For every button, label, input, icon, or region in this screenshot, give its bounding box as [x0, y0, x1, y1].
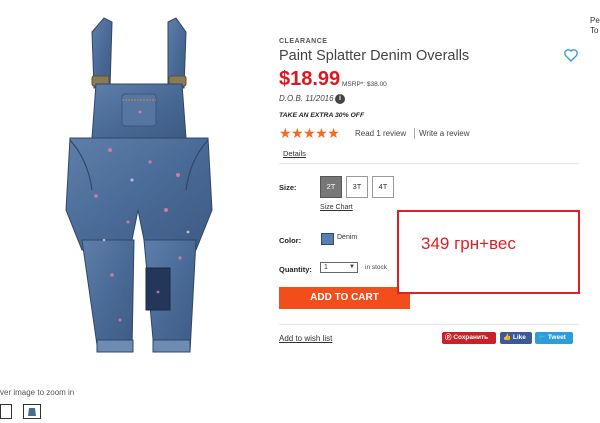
add-to-cart-button[interactable]: ADD TO CART [279, 287, 410, 309]
clearance-badge: CLEARANCE [279, 38, 328, 45]
review-divider [414, 128, 415, 139]
price: $18.99 [279, 68, 341, 90]
thumbnail-overalls-icon [28, 408, 36, 416]
edge-text-1: Pe [590, 16, 600, 25]
divider [279, 324, 579, 325]
size-option-2t[interactable]: 2T [320, 176, 342, 198]
quantity-select[interactable]: 1 ▼ [320, 262, 358, 273]
info-icon[interactable]: i [335, 94, 345, 104]
color-label: Color: [279, 236, 302, 245]
dob-label: D.O.B. 11/2016 [279, 94, 334, 103]
write-review-link[interactable]: Write a review [419, 129, 470, 138]
heart-icon[interactable] [563, 47, 579, 63]
add-to-wishlist-link[interactable]: Add to wish list [279, 334, 332, 343]
twitter-bird-icon: 🐦 [538, 334, 548, 341]
color-swatch-denim[interactable] [321, 233, 334, 245]
product-image[interactable] [0, 0, 260, 380]
size-option-3t[interactable]: 3T [346, 176, 368, 198]
stock-status: in stock [365, 264, 388, 271]
size-label: Size: [279, 183, 297, 192]
thumbnail-2[interactable] [23, 404, 41, 419]
size-option-4t[interactable]: 4T [372, 176, 394, 198]
thumbs-up-icon: 👍 [503, 334, 513, 341]
quantity-value: 1 [324, 264, 328, 271]
chevron-down-icon: ▼ [349, 264, 355, 270]
size-chart-link[interactable]: Size Chart [320, 204, 353, 211]
tweet-button[interactable]: 🐦 Tweet [535, 332, 573, 344]
quantity-label: Quantity: [279, 265, 312, 274]
thumbnail-1[interactable] [0, 404, 12, 419]
promo-text: TAKE AN EXTRA 30% OFF [279, 112, 365, 119]
zoom-hint: ver image to zoom in [0, 388, 75, 397]
facebook-like-button[interactable]: 👍 Like [500, 332, 532, 344]
divider [279, 163, 579, 164]
price-annotation-text: 349 грн+вес [421, 234, 516, 253]
details-link[interactable]: Details [283, 149, 306, 158]
color-name: Denim [337, 234, 358, 241]
read-reviews-link[interactable]: Read 1 review [355, 129, 406, 138]
price-annotation-box: 349 грн+вес [397, 210, 580, 294]
product-title: Paint Splatter Denim Overalls [279, 48, 470, 64]
msrp: MSRP*: $38.00 [342, 81, 387, 88]
rating-stars: ★★★★★ [279, 125, 340, 141]
edge-text-2: To [590, 26, 599, 35]
pinterest-save-button[interactable]: ⓟ Сохранить [442, 332, 496, 344]
